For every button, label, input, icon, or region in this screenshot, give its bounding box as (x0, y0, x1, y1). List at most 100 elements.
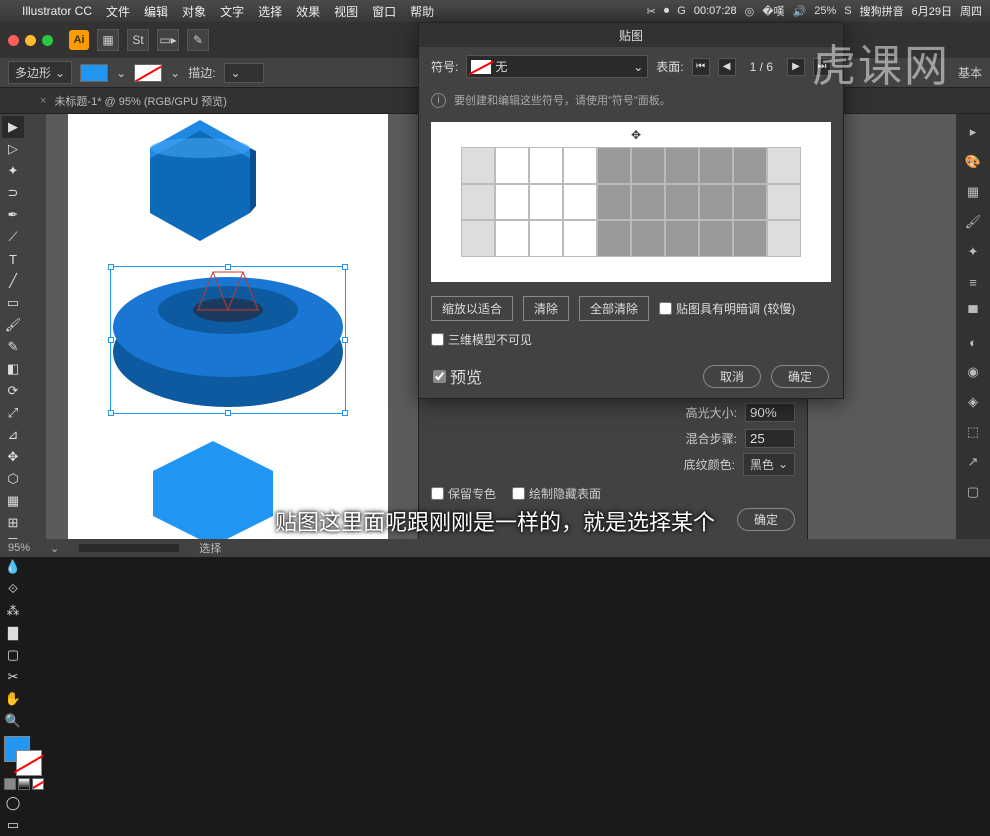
symbol-sprayer-tool[interactable]: ⁂ (2, 600, 24, 622)
stroke-panel-icon[interactable]: ≡ (961, 270, 985, 294)
rotate-tool[interactable]: ⟳ (2, 380, 24, 402)
stroke-swatch[interactable] (134, 64, 162, 82)
line-tool[interactable]: ╱ (2, 270, 24, 292)
fill-swatch[interactable] (80, 64, 108, 82)
type-tool[interactable]: T (2, 248, 24, 270)
free-transform-tool[interactable]: ✥ (2, 446, 24, 468)
gradient-mode-icon[interactable] (18, 778, 30, 790)
slice-tool[interactable]: ✂ (2, 666, 24, 688)
mesh-tool[interactable]: ⊞ (2, 512, 24, 534)
graphic-styles-panel-icon[interactable]: ◈ (961, 390, 985, 414)
scale-tool[interactable]: ⤢ (2, 402, 24, 424)
paintbrush-tool[interactable]: 🖌 (2, 314, 24, 336)
symbol-dropdown[interactable]: 无 ⌄ (466, 55, 648, 78)
direct-selection-tool[interactable]: ▷ (2, 138, 24, 160)
blend-tool[interactable]: ⟐ (2, 578, 24, 600)
menu-edit[interactable]: 编辑 (144, 3, 168, 20)
maximize-window-button[interactable] (42, 35, 53, 46)
revolve-ok-button[interactable]: 确定 (737, 508, 795, 531)
close-window-button[interactable] (8, 35, 19, 46)
color-mode-icon[interactable] (4, 778, 16, 790)
shape-type-dropdown[interactable]: 多边形 ⌄ (8, 61, 72, 84)
stroke-color-swatch[interactable] (16, 750, 42, 776)
menu-effect[interactable]: 效果 (296, 3, 320, 20)
shading-color-dropdown[interactable]: 黑色 ⌄ (743, 453, 795, 476)
eraser-tool[interactable]: ◧ (2, 358, 24, 380)
symbols-panel-icon[interactable]: ✦ (961, 240, 985, 264)
cloud-icon[interactable]: ✎ (187, 29, 209, 51)
clear-all-button[interactable]: 全部清除 (579, 296, 649, 321)
menu-window[interactable]: 窗口 (372, 3, 396, 20)
highlight-size-input[interactable] (745, 403, 795, 422)
asset-export-panel-icon[interactable]: ↗ (961, 450, 985, 474)
shade-artwork-checkbox[interactable]: 贴图具有明暗调 (较慢) (659, 300, 795, 317)
shaper-tool[interactable]: ✎ (2, 336, 24, 358)
record-icon[interactable]: ⏺ (664, 5, 670, 18)
app-name[interactable]: Illustrator CC (22, 4, 92, 18)
eyedropper-tool[interactable]: 💧 (2, 556, 24, 578)
curvature-tool[interactable]: ⟋ (2, 226, 24, 248)
cc-icon[interactable]: ◎ (745, 5, 755, 18)
selection-tool[interactable]: ▶ (2, 116, 24, 138)
prev-surface-button[interactable]: ◀ (718, 58, 736, 76)
color-panel-icon[interactable]: 🎨 (961, 150, 985, 174)
appearance-panel-icon[interactable]: ◉ (961, 360, 985, 384)
zoom-level[interactable]: 95% (8, 542, 30, 554)
draw-hidden-checkbox[interactable]: 绘制隐藏表面 (512, 485, 601, 502)
scissors-icon[interactable]: ✂ (647, 5, 656, 18)
last-surface-button[interactable]: ⏭ (813, 58, 831, 76)
scrollbar-horizontal[interactable] (79, 544, 179, 552)
rectangle-tool[interactable]: ▭ (2, 292, 24, 314)
stroke-weight-input[interactable]: ⌄ (224, 63, 264, 83)
scale-to-fit-button[interactable]: 缩放以适合 (431, 296, 513, 321)
magic-wand-tool[interactable]: ✦ (2, 160, 24, 182)
shape-builder-tool[interactable]: ⬡ (2, 468, 24, 490)
transparency-panel-icon[interactable]: ◐ (961, 330, 985, 354)
cancel-button[interactable]: 取消 (703, 365, 761, 388)
menu-file[interactable]: 文件 (106, 3, 130, 20)
artboards-panel-icon[interactable]: ▢ (961, 480, 985, 504)
perspective-tool[interactable]: ▦ (2, 490, 24, 512)
revolve-shape[interactable] (108, 262, 348, 422)
draw-mode-normal[interactable]: ◯ (2, 792, 24, 814)
close-tab-icon[interactable]: × (40, 95, 46, 107)
artboard-tool[interactable]: ▢ (2, 644, 24, 666)
menu-type[interactable]: 文字 (220, 3, 244, 20)
swatches-panel-icon[interactable]: ▦ (961, 180, 985, 204)
screen-mode-icon[interactable]: ▭ (2, 814, 24, 836)
stock-icon[interactable]: St (127, 29, 149, 51)
ime-icon[interactable]: S (844, 5, 851, 17)
ime-label[interactable]: 搜狗拼音 (860, 3, 904, 19)
volume-icon[interactable]: 🔊 (793, 5, 807, 18)
menu-view[interactable]: 视图 (334, 3, 358, 20)
ok-button[interactable]: 确定 (771, 365, 829, 388)
menu-select[interactable]: 选择 (258, 3, 282, 20)
gradient-panel-icon[interactable]: ▀ (961, 300, 985, 324)
graph-tool[interactable]: ▇ (2, 622, 24, 644)
pen-tool[interactable]: ✒ (2, 204, 24, 226)
clear-button[interactable]: 清除 (523, 296, 569, 321)
hand-tool[interactable]: ✋ (2, 688, 24, 710)
map-art-preview[interactable]: ✥ (431, 122, 831, 282)
none-mode-icon[interactable] (32, 778, 44, 790)
invisible-geometry-checkbox[interactable]: 三维模型不可见 (431, 331, 532, 348)
zoom-tool[interactable]: 🔍 (2, 710, 24, 732)
battery-icon[interactable]: 25% (814, 5, 836, 17)
preserve-spot-checkbox[interactable]: 保留专色 (431, 485, 496, 502)
layers-panel-icon[interactable]: ⬚ (961, 420, 985, 444)
menubar-day[interactable]: 周四 (960, 3, 982, 19)
first-surface-button[interactable]: ⏮ (692, 58, 710, 76)
minimize-window-button[interactable] (25, 35, 36, 46)
menubar-date[interactable]: 6月29日 (912, 3, 952, 19)
menu-object[interactable]: 对象 (182, 3, 206, 20)
bridge-icon[interactable]: ▦ (97, 29, 119, 51)
document-tab[interactable]: 未标题-1* @ 95% (RGB/GPU 预览) (54, 93, 227, 109)
fill-stroke-control[interactable] (2, 736, 44, 776)
preview-checkbox[interactable]: 预览 (433, 364, 482, 388)
menu-help[interactable]: 帮助 (410, 3, 434, 20)
properties-panel-icon[interactable]: ▸ (961, 120, 985, 144)
arrange-icon[interactable]: ▭▸ (157, 29, 179, 51)
blend-steps-input[interactable] (745, 429, 795, 448)
width-tool[interactable]: ⊿ (2, 424, 24, 446)
lasso-tool[interactable]: ⊃ (2, 182, 24, 204)
